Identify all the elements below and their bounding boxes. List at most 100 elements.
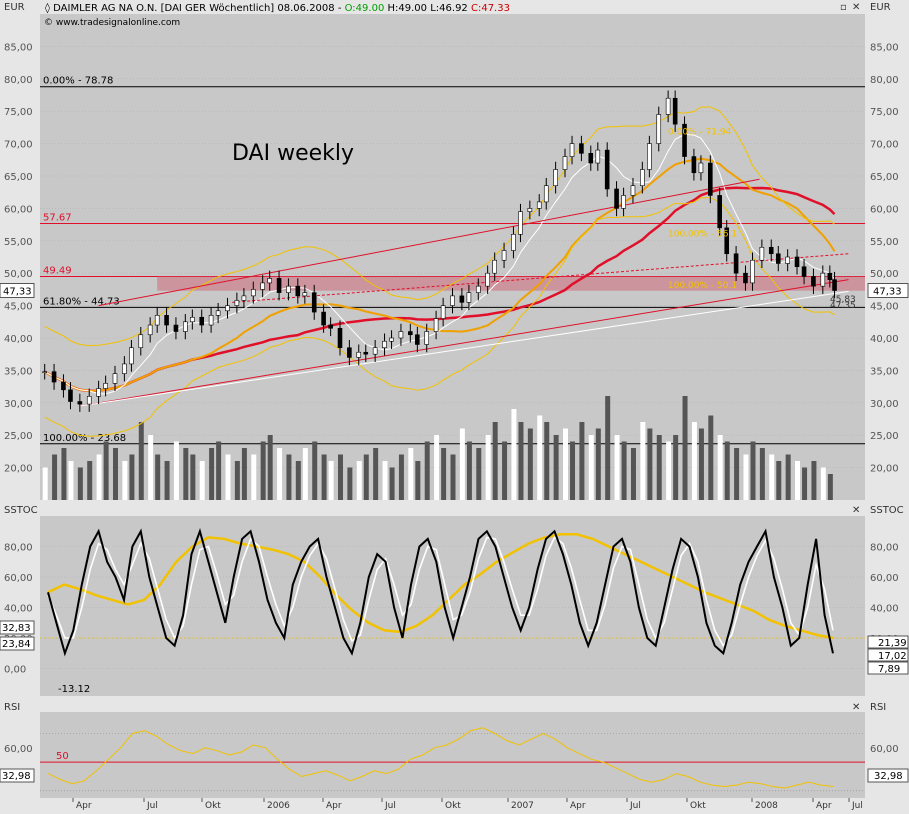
price-ytick-right: 45,00 <box>870 302 899 313</box>
x-tick-label: Okt <box>205 801 221 810</box>
stoch-ytick-left: 60,00 <box>4 573 33 584</box>
eur-label-left: EUR <box>4 2 25 13</box>
x-tick-label: Jul <box>851 801 863 810</box>
volume-bar <box>328 461 334 500</box>
price-ytick-left: 25,00 <box>4 431 33 442</box>
level-label: 100.00% - 23.68 <box>43 433 126 444</box>
x-tick-label: Okt <box>445 801 461 810</box>
candle <box>241 295 247 301</box>
price-ytick-left: 70,00 <box>4 140 33 151</box>
volume-bar <box>148 435 154 500</box>
x-tick-label: Apr <box>76 801 92 810</box>
volume-bar <box>605 396 611 500</box>
source-label: © www.tradesignalonline.com <box>44 18 180 28</box>
candle <box>96 388 101 397</box>
rsi-ytick-left: 60,00 <box>4 744 33 755</box>
volume-bar <box>595 428 601 500</box>
candle <box>112 373 118 384</box>
eur-label-right: EUR <box>870 2 891 13</box>
price-ytick-left: 40,00 <box>4 334 33 345</box>
volume-bar <box>717 435 723 500</box>
x-tick-label: Apr <box>816 801 832 810</box>
volume-bar <box>656 435 662 500</box>
candle <box>553 169 558 187</box>
sstoc-close-icon[interactable]: ✕ <box>852 505 860 516</box>
rsi-50-label: 50 <box>56 751 69 762</box>
stoch-tag-right-text: 21,39 <box>878 638 907 649</box>
rsi-close-icon[interactable]: ✕ <box>852 702 860 713</box>
candle <box>154 315 160 326</box>
candle <box>408 331 413 336</box>
candle <box>190 316 195 323</box>
candle <box>51 371 57 383</box>
volume-bar <box>579 422 585 500</box>
candle <box>372 347 378 355</box>
volume-bar <box>795 461 801 500</box>
window-close-icon[interactable]: ✕ <box>852 2 860 13</box>
candle <box>665 97 671 115</box>
volume-bar <box>621 441 627 500</box>
candle <box>208 315 214 326</box>
ohlc-close: C:47.33 <box>471 3 510 14</box>
price-ytick-right: 55,00 <box>870 237 899 248</box>
ohlc-open: O:49.00 <box>345 3 385 14</box>
volume-bar <box>511 409 517 500</box>
volume-bar <box>492 422 498 500</box>
x-tick-label: Apr <box>570 801 586 810</box>
price-ytick-left: 30,00 <box>4 399 33 410</box>
volume-bar <box>708 415 714 500</box>
volume-bar <box>61 448 67 500</box>
volume-bar <box>338 454 343 500</box>
price-ytick-right: 20,00 <box>870 464 899 475</box>
candle <box>811 276 816 287</box>
candle <box>614 188 619 209</box>
rsi-label-right: RSI <box>870 702 886 713</box>
price-ytick-right: 30,00 <box>870 399 899 410</box>
volume-bar <box>759 448 765 500</box>
price-ytick-right: 75,00 <box>870 107 899 118</box>
volume-bar <box>173 441 179 500</box>
candle <box>492 259 497 274</box>
rsi-label-left: RSI <box>4 702 20 713</box>
candle <box>337 327 343 349</box>
x-tick-label: 2008 <box>755 801 778 810</box>
candle <box>785 256 790 264</box>
volume-bar <box>769 454 775 500</box>
right-price-label: 47.35 <box>830 301 856 311</box>
volume-bar <box>87 461 93 500</box>
volume-bar <box>251 454 257 500</box>
window-restore-icon[interactable]: ▫ <box>840 2 847 13</box>
candle <box>398 331 404 339</box>
last-price-text-right: 47,33 <box>873 287 902 298</box>
volume-bar <box>155 454 161 500</box>
price-ytick-right: 35,00 <box>870 366 899 377</box>
volume-bar <box>52 454 58 500</box>
volume-bar <box>312 441 318 500</box>
candle <box>260 282 265 290</box>
candle <box>415 334 420 345</box>
candle <box>173 324 179 332</box>
candle <box>183 321 188 332</box>
price-ytick-right: 50,00 <box>870 269 899 280</box>
x-tick-label: Apr <box>326 801 342 810</box>
title-icon: ◊ <box>45 2 53 14</box>
candle <box>199 316 205 326</box>
price-ytick-right: 60,00 <box>870 204 899 215</box>
volume-bar <box>820 467 826 500</box>
candle <box>328 324 333 329</box>
volume-bar <box>389 467 395 500</box>
level-label: 57.67 <box>43 212 72 223</box>
candle <box>321 311 326 326</box>
candle <box>61 381 66 391</box>
rsi-tag-right-text: 32,98 <box>874 771 903 782</box>
candle <box>433 318 439 332</box>
volume-bar <box>518 422 524 500</box>
stoch-tag-right-text: 7,89 <box>878 664 900 675</box>
x-tick-label: Jul <box>629 801 641 810</box>
volume-bar <box>570 441 576 500</box>
candle <box>68 389 73 402</box>
volume-bar <box>356 461 362 500</box>
chart-window: 85,00 85,00 80,00 80,00 75,00 75,00 70,00 70,00… <box>0 0 909 811</box>
volume-bar <box>553 435 559 500</box>
x-tick-label: 2006 <box>267 801 290 810</box>
